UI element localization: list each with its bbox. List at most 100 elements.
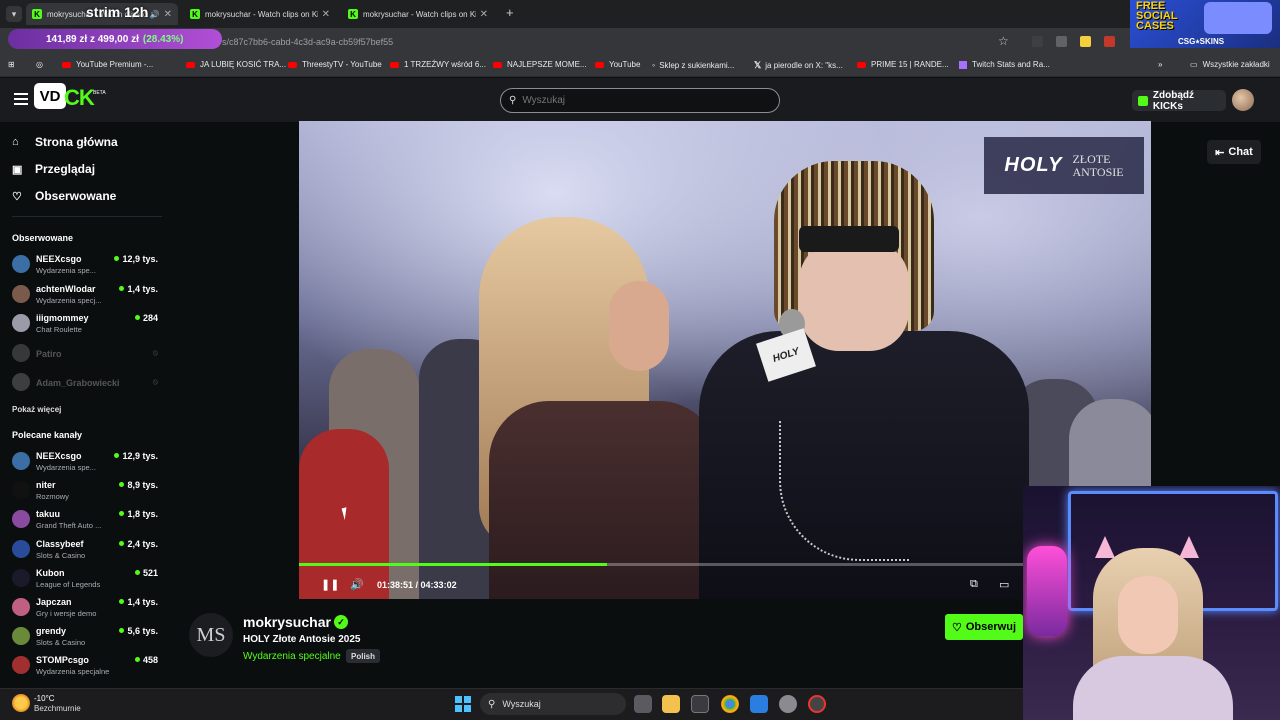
settings-gear-icon[interactable] [779, 695, 797, 713]
app-icon[interactable] [808, 695, 826, 713]
menu-icon[interactable] [14, 93, 28, 105]
channel-item[interactable]: Japczan Gry i wersje demo 1,4 tys. [12, 595, 162, 621]
store-icon[interactable] [691, 695, 709, 713]
channel-item[interactable]: achtenWlodar Wydarzenia specj... 1,4 tys. [12, 282, 162, 308]
chat-toggle-button[interactable]: ⇤ Chat [1207, 140, 1261, 164]
channel-name: takuu [36, 509, 61, 520]
home-icon: ⌂ [12, 136, 19, 148]
bookmark-item[interactable]: YouTube [595, 60, 640, 69]
close-tab-icon[interactable]: ✕ [322, 9, 330, 20]
channel-item[interactable]: NEEXcsgo Wydarzenia spe... 12,9 tys. [12, 449, 162, 475]
logo-badge[interactable]: VD [34, 83, 66, 109]
follow-button[interactable]: ♡ Obserwuj [945, 614, 1023, 640]
miniplayer-icon[interactable]: ⧉ [970, 578, 978, 591]
bookmark-item[interactable]: ThreestyTV - YouTube [288, 60, 382, 69]
app-icon[interactable] [750, 695, 768, 713]
progress-fill [299, 563, 608, 566]
bookmark-item[interactable]: PRIME 15 | RANDE... [857, 60, 949, 69]
nav-browse[interactable]: ▣ Przeglądaj [12, 162, 95, 176]
channel-item[interactable]: Adam_Grabowiecki ⦸ [12, 370, 162, 396]
video-progress-bar[interactable] [299, 563, 1023, 566]
chrome-icon[interactable] [721, 695, 739, 713]
channel-avatar [12, 452, 30, 470]
theater-mode-icon[interactable]: ▭ [999, 578, 1009, 591]
channel-category: Chat Roulette [36, 325, 82, 334]
extension-icon[interactable] [1104, 36, 1115, 47]
extension-icon[interactable] [1032, 36, 1043, 47]
viewer-count: 8,9 tys. [119, 480, 158, 490]
speaker-icon[interactable]: 🔊 [150, 10, 160, 19]
heart-icon: ♡ [12, 190, 22, 203]
volume-icon[interactable]: 🔊 [350, 578, 364, 591]
channel-item[interactable]: Classybeef Slots & Casino 2,4 tys. [12, 537, 162, 563]
channel-name: niter [36, 480, 56, 491]
cat-ear-right [1179, 536, 1199, 558]
browser-tab-2[interactable]: K mokrysuchar - Watch clips on Kick ✕ [184, 3, 336, 25]
channel-category: Wydarzenia spe... [36, 463, 96, 472]
bookmark-item[interactable]: 1 TRZEŹWY wśród 6... [390, 60, 486, 69]
pause-icon[interactable]: ❚❚ [321, 578, 339, 591]
apps-grid-icon[interactable]: ⊞ [8, 60, 15, 69]
nav-home[interactable]: ⌂ Strona główna [12, 135, 118, 149]
channel-item[interactable]: Patiro ⦸ [12, 341, 162, 367]
close-tab-icon[interactable]: ✕ [480, 9, 488, 20]
bookmark-item[interactable]: ◦ Sklep z sukienkami... [652, 60, 734, 70]
channel-item[interactable]: takuu Grand Theft Auto ... 1,8 tys. [12, 507, 162, 533]
new-tab-button[interactable]: + [506, 5, 514, 20]
user-avatar[interactable] [1232, 89, 1254, 111]
stream-category-link[interactable]: Wydarzenia specjalne [243, 651, 341, 662]
streamer-avatar[interactable]: MS [189, 613, 233, 657]
ad-banner[interactable]: FREE SOCIAL CASES CSG⭑SKINS [1130, 0, 1280, 48]
channel-item[interactable]: Kubon League of Legends 521 [12, 566, 162, 592]
channel-item[interactable]: STOMPcsgo Wydarzenia specjalne 458 [12, 653, 162, 679]
search-box[interactable]: ⚲ [500, 88, 780, 113]
more-bookmarks-icon[interactable]: » [1158, 60, 1162, 69]
bookmark-item[interactable]: NAJLEPSZE MOME... [493, 60, 587, 69]
bookmark-item[interactable]: Twitch Stats and Ra... [959, 60, 1050, 69]
get-kicks-button[interactable]: Zdobądź KICKs [1132, 90, 1226, 112]
search-icon: ⚲ [509, 95, 517, 106]
show-more-link[interactable]: Pokaż więcej [12, 405, 61, 414]
bookmark-item[interactable]: JA LUBIĘ KOSIĆ TRA... [186, 60, 286, 69]
viewer-count: 1,4 tys. [119, 284, 158, 294]
search-input[interactable] [522, 95, 763, 106]
all-bookmarks[interactable]: ▭ Wszystkie zakładki [1190, 60, 1270, 69]
stream-overlay-text: strim 12h [86, 4, 149, 20]
taskbar-search[interactable]: ⚲ Wyszukaj [480, 693, 626, 715]
channel-name: Japczan [36, 597, 72, 607]
viewer-count: 458 [135, 655, 158, 665]
bookmark-icon[interactable]: ◎ [36, 60, 43, 69]
channel-item[interactable]: NEEXcsgo Wydarzenia spe... 12,9 tys. [12, 252, 162, 278]
extension-icon[interactable] [1056, 36, 1067, 47]
current-time: 01:38:51 [377, 580, 414, 590]
channel-avatar [12, 568, 30, 587]
kick-logo[interactable]: CK [64, 85, 95, 111]
windows-start-icon[interactable] [455, 696, 471, 712]
file-explorer-icon[interactable] [662, 695, 680, 713]
tab-search-icon[interactable]: ▾ [6, 6, 22, 22]
channel-category: Wydarzenia specj... [36, 295, 102, 305]
extension-icon[interactable] [1080, 36, 1091, 47]
task-view-icon[interactable] [634, 695, 652, 713]
tab-title: mokrysuchar - Watch clips on Kick [205, 9, 318, 19]
nav-following[interactable]: ♡ Obserwowane [12, 189, 116, 203]
address-bar[interactable]: s/c87c7bb6-cabd-4c3d-ac9a-cb59f57bef55 [222, 33, 1022, 51]
channel-item[interactable]: iiigmommey Chat Roulette 284 [12, 311, 162, 337]
channel-item[interactable]: niter Rozmowy 8,9 tys. [12, 478, 162, 504]
streamer-name[interactable]: mokrysuchar [243, 614, 331, 630]
bookmark-star-icon[interactable]: ☆ [998, 34, 1009, 48]
cat-ear-left [1095, 536, 1115, 558]
weather-sun-icon[interactable] [12, 694, 30, 712]
channel-name: STOMPcsgo [36, 655, 89, 666]
youtube-icon [186, 61, 195, 68]
bookmark-item[interactable]: 𝕏ja pierodle on X: "ks... [754, 60, 843, 71]
heart-icon: ♡ [952, 621, 962, 634]
offline-icon: ⦸ [152, 347, 158, 357]
close-tab-icon[interactable]: ✕ [164, 9, 172, 20]
browser-tab-3[interactable]: K mokrysuchar - Watch clips on Kick ✕ [342, 3, 494, 25]
channel-name: iiigmommey [36, 313, 89, 323]
language-tag[interactable]: Polish [346, 649, 381, 663]
goal-target: 499,00 zł [97, 33, 139, 45]
bookmark-item[interactable]: YouTube Premium -... [62, 60, 153, 69]
channel-item[interactable]: grendy Slots & Casino 5,6 tys. [12, 624, 162, 650]
